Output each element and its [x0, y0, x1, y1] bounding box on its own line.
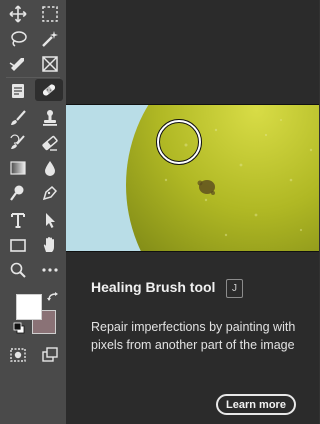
foreground-color-swatch[interactable] — [16, 294, 42, 320]
magic-wand-icon — [42, 31, 58, 47]
healing-brush-tool[interactable] — [35, 79, 63, 101]
path-selection-tool[interactable] — [38, 210, 62, 230]
frame-tool[interactable] — [38, 54, 62, 74]
default-colors-icon[interactable] — [13, 322, 25, 334]
zoom-icon — [10, 262, 26, 278]
eraser-tool[interactable] — [38, 133, 62, 153]
zoom-tool[interactable] — [6, 260, 30, 280]
tool-title: Healing Brush tool — [91, 279, 216, 295]
tool-tooltip-panel: Healing Brush tool J Repair imperfection… — [66, 0, 319, 424]
type-tool[interactable] — [6, 210, 30, 230]
healing-brush-icon — [42, 84, 56, 96]
note-icon — [12, 84, 24, 98]
history-brush-icon — [10, 134, 25, 149]
blur-icon — [45, 161, 55, 176]
screen-mode-icon — [42, 347, 58, 362]
eraser-icon — [42, 135, 58, 151]
crop-tool[interactable] — [6, 54, 30, 74]
clone-stamp-icon — [43, 110, 57, 126]
apple-preview — [66, 105, 319, 251]
history-brush-tool[interactable] — [6, 133, 30, 153]
lasso-tool[interactable] — [6, 29, 30, 49]
hand-icon — [43, 237, 54, 252]
move-tool[interactable] — [6, 4, 30, 24]
tool-shortcut-badge: J — [226, 279, 243, 298]
brush-icon — [11, 110, 26, 125]
toolbar-divider — [6, 77, 60, 78]
rectangular-marquee-icon — [42, 6, 58, 22]
blur-tool[interactable] — [38, 158, 62, 178]
dodge-tool[interactable] — [6, 183, 30, 203]
move-icon — [9, 5, 27, 23]
type-icon — [11, 213, 25, 228]
quick-mask-button[interactable] — [6, 345, 30, 365]
crop-icon — [9, 58, 24, 71]
tool-description: Repair imperfections by painting with pi… — [91, 320, 296, 352]
pen-tool[interactable] — [38, 183, 62, 203]
brush-tool[interactable] — [6, 108, 30, 128]
rectangular-marquee-tool[interactable] — [38, 4, 62, 24]
magic-wand-tool[interactable] — [38, 29, 62, 49]
rectangle-icon — [10, 239, 26, 252]
learn-more-button[interactable]: Learn more — [216, 394, 296, 415]
gradient-tool[interactable] — [6, 158, 30, 178]
frame-icon — [42, 56, 58, 72]
swap-colors-icon[interactable] — [47, 291, 61, 305]
gradient-icon — [10, 161, 26, 175]
quick-mask-icon — [10, 348, 26, 362]
lasso-icon — [11, 31, 27, 47]
note-tool[interactable] — [6, 81, 30, 101]
hand-tool[interactable] — [38, 235, 62, 255]
screen-mode-button[interactable] — [38, 345, 62, 365]
path-selection-icon — [46, 213, 55, 228]
toolbar — [0, 0, 66, 424]
tool-preview-image — [66, 104, 319, 252]
more-tools[interactable] — [38, 260, 62, 280]
dodge-icon — [10, 185, 24, 201]
more-tools-icon — [42, 268, 58, 272]
rectangle-tool[interactable] — [6, 235, 30, 255]
pen-icon — [42, 185, 58, 201]
clone-stamp-tool[interactable] — [38, 108, 62, 128]
